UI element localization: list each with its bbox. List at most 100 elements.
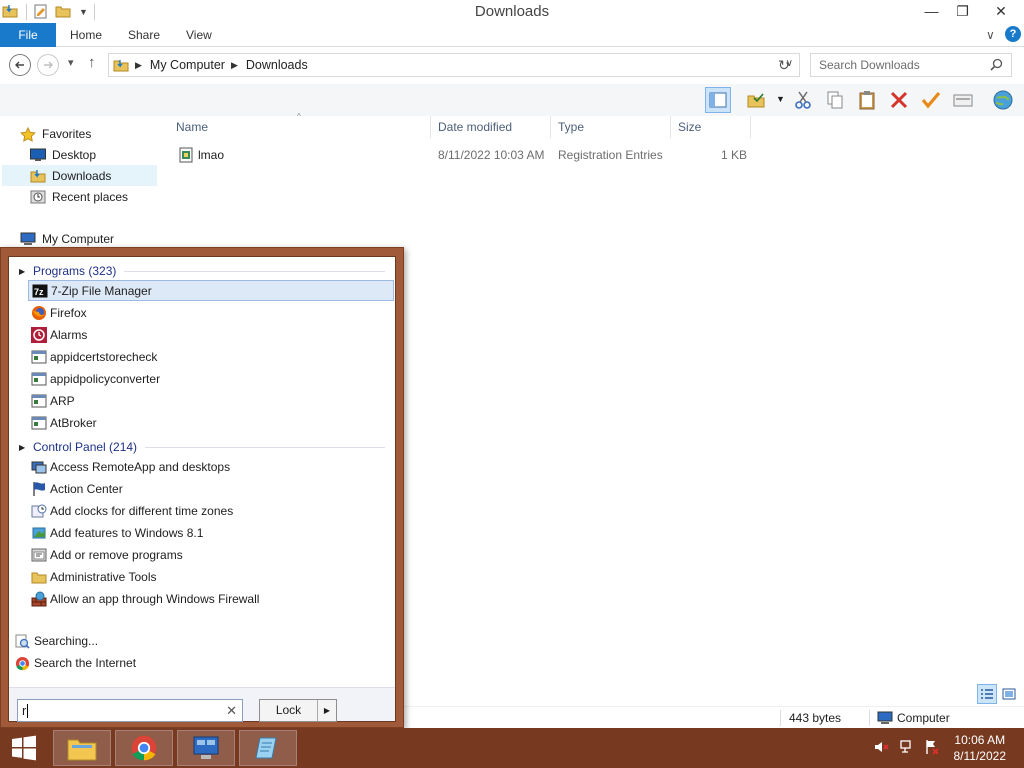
properties-button[interactable] xyxy=(950,87,976,113)
help-icon[interactable]: ? xyxy=(1005,26,1021,42)
search-input[interactable]: Search Downloads xyxy=(810,53,1012,77)
list-item-atbroker[interactable]: AtBroker xyxy=(28,412,394,433)
volume-muted-icon[interactable] xyxy=(874,739,890,758)
select-dropdown-icon[interactable]: ▼ xyxy=(776,94,785,104)
breadcrumb-downloads[interactable]: Downloads xyxy=(246,58,308,72)
forward-button[interactable] xyxy=(37,54,59,76)
window-properties-icon xyxy=(953,94,973,107)
taskbar-clock[interactable]: 10:06 AM 8/11/2022 xyxy=(954,732,1007,764)
app-window-icon xyxy=(31,393,47,409)
nav-item-recent-places[interactable]: Recent places xyxy=(30,186,157,207)
breadcrumb-my-computer[interactable]: My Computer xyxy=(150,58,225,72)
nav-item-desktop[interactable]: Desktop xyxy=(30,144,157,165)
tab-file[interactable]: File xyxy=(0,23,56,47)
rename-button[interactable] xyxy=(918,87,944,113)
taskbar-notepad[interactable] xyxy=(239,730,297,766)
copy-button[interactable] xyxy=(822,87,848,113)
list-item-add-features[interactable]: Add features to Windows 8.1 xyxy=(28,522,394,543)
app-window-icon xyxy=(31,349,47,365)
network-button[interactable] xyxy=(990,87,1016,113)
computer-icon xyxy=(20,232,36,246)
power-options-arrow-icon[interactable]: ▶ xyxy=(318,706,336,715)
taskbar-chrome[interactable] xyxy=(115,730,173,766)
taskbar-file-explorer[interactable] xyxy=(53,730,111,766)
nav-item-downloads[interactable]: Downloads xyxy=(2,165,157,186)
nav-favorites-label: Favorites xyxy=(42,126,92,141)
list-item-add-clocks[interactable]: Add clocks for different time zones xyxy=(28,500,394,521)
list-item-remoteapp[interactable]: Access RemoteApp and desktops xyxy=(28,456,394,477)
column-header-type[interactable]: Type xyxy=(550,116,670,138)
expand-arrow-icon: ▶ xyxy=(19,266,26,276)
computer-icon xyxy=(877,711,893,728)
desktop-icon xyxy=(30,148,46,162)
start-search-input[interactable]: r ✕ xyxy=(17,699,243,722)
table-row[interactable]: lmao 8/11/2022 10:03 AM Registration Ent… xyxy=(160,145,760,165)
breadcrumb-separator[interactable]: ▶ xyxy=(231,60,238,71)
list-item-7zip[interactable]: 7z 7-Zip File Manager xyxy=(28,280,394,301)
star-icon xyxy=(20,126,36,142)
minimize-button[interactable]: — xyxy=(916,0,947,22)
list-item-alarms[interactable]: Alarms xyxy=(28,324,394,345)
layout-icon xyxy=(709,92,727,108)
large-icons-view-button[interactable] xyxy=(1000,686,1018,702)
paste-button[interactable] xyxy=(854,87,880,113)
column-header-size[interactable]: Size xyxy=(670,116,750,138)
divider xyxy=(145,446,385,448)
list-item-firefox[interactable]: Firefox xyxy=(28,302,394,323)
clipboard-icon xyxy=(859,91,875,110)
file-type: Registration Entries xyxy=(558,148,663,162)
tab-share[interactable]: Share xyxy=(128,23,160,47)
close-button[interactable]: ✕ xyxy=(978,0,1024,22)
address-bar[interactable]: ▶ My Computer ▶ Downloads ∨ xyxy=(108,53,800,77)
list-item-label: 7-Zip File Manager xyxy=(51,283,152,298)
copy-icon xyxy=(827,91,843,109)
list-item-appidcertstorecheck[interactable]: appidcertstorecheck xyxy=(28,346,394,367)
file-name: lmao xyxy=(198,148,225,162)
notepad-icon xyxy=(255,737,277,759)
svg-text:7z: 7z xyxy=(34,287,44,297)
features-icon xyxy=(31,525,47,541)
refresh-button[interactable]: ↻ xyxy=(778,57,790,74)
breadcrumb-separator[interactable]: ▶ xyxy=(135,60,142,71)
column-header-date-modified[interactable]: Date modified xyxy=(430,116,550,138)
search-icon[interactable] xyxy=(990,58,1003,74)
group-header-control-panel[interactable]: ▶ Control Panel (214) xyxy=(9,437,389,457)
command-toolbar: ▼ xyxy=(0,84,1024,116)
back-button[interactable] xyxy=(9,54,31,76)
column-header-name[interactable]: Name xyxy=(168,116,430,138)
details-view-button[interactable] xyxy=(977,684,997,704)
nav-my-computer[interactable]: My Computer xyxy=(20,228,175,249)
list-item-arp[interactable]: ARP xyxy=(28,390,394,411)
search-internet-link[interactable]: Search the Internet xyxy=(15,653,136,673)
preview-pane-button[interactable] xyxy=(705,87,731,113)
delete-button[interactable] xyxy=(886,87,912,113)
start-button[interactable] xyxy=(0,728,48,768)
nav-favorites[interactable]: Favorites xyxy=(20,123,175,144)
cut-button[interactable] xyxy=(790,87,816,113)
tab-home[interactable]: Home xyxy=(70,23,102,47)
expand-ribbon-button[interactable]: ∨ xyxy=(986,23,995,47)
action-center-flag-icon[interactable] xyxy=(924,739,940,758)
list-item-label: appidcertstorecheck xyxy=(50,349,158,364)
list-item-appidpolicyconverter[interactable]: appidpolicyconverter xyxy=(28,368,394,389)
recent-locations-icon[interactable]: ▾ xyxy=(68,56,74,69)
up-arrow-icon[interactable]: ↑ xyxy=(88,54,96,71)
list-item-action-center[interactable]: Action Center xyxy=(28,478,394,499)
list-item-add-remove-programs[interactable]: Add or remove programs xyxy=(28,544,394,565)
select-button[interactable] xyxy=(743,87,769,113)
clear-search-button[interactable]: ✕ xyxy=(226,703,237,719)
lock-button-label[interactable]: Lock xyxy=(260,700,318,721)
network-icon[interactable] xyxy=(899,739,915,758)
start-menu-panel: ▶ Programs (323) 7z 7-Zip File Manager F… xyxy=(8,256,396,722)
clock-time: 10:06 AM xyxy=(954,733,1006,747)
list-item-label: Add clocks for different time zones xyxy=(50,503,234,518)
taskbar-control-panel[interactable] xyxy=(177,730,235,766)
column-separator[interactable] xyxy=(750,116,751,138)
lock-button[interactable]: Lock ▶ xyxy=(259,699,337,722)
tab-view[interactable]: View xyxy=(186,23,212,47)
list-item-firewall[interactable]: Allow an app through Windows Firewall xyxy=(28,588,394,609)
restore-button[interactable]: ❐ xyxy=(947,0,978,22)
group-header-programs[interactable]: ▶ Programs (323) xyxy=(9,261,389,281)
list-item-label: Administrative Tools xyxy=(50,569,157,584)
list-item-administrative-tools[interactable]: Administrative Tools xyxy=(28,566,394,587)
